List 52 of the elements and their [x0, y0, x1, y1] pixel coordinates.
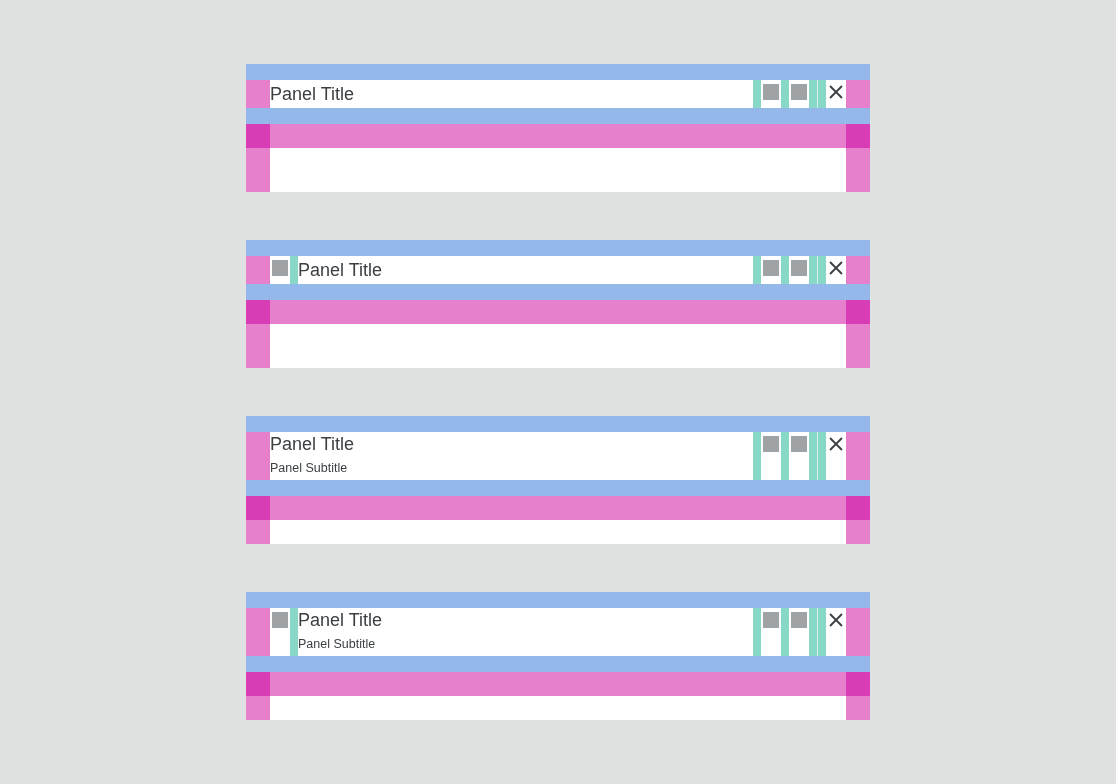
side-margin — [846, 608, 870, 656]
spacing-marker — [781, 432, 789, 480]
panel-title: Panel Title — [270, 83, 355, 106]
panel-subtitle: Panel Subtitle — [298, 636, 376, 653]
side-margin — [846, 256, 870, 284]
placeholder-icon[interactable] — [763, 260, 779, 276]
corner-margin — [846, 300, 870, 324]
spacing-marker — [753, 80, 761, 108]
side-margin — [246, 608, 270, 656]
side-margin — [246, 148, 270, 192]
close-icon[interactable] — [829, 437, 843, 451]
side-margin — [846, 80, 870, 108]
corner-margin — [246, 496, 270, 520]
spacing-marker — [781, 608, 789, 656]
side-margin — [846, 432, 870, 480]
placeholder-icon[interactable] — [791, 436, 807, 452]
placeholder-icon[interactable] — [763, 436, 779, 452]
placeholder-icon[interactable] — [791, 612, 807, 628]
panel-title: Panel Title — [270, 433, 355, 456]
panel-title: Panel Title — [298, 259, 383, 282]
side-margin — [846, 324, 870, 368]
corner-margin — [246, 300, 270, 324]
corner-margin — [846, 124, 870, 148]
spacing-marker — [781, 80, 789, 108]
side-margin — [246, 80, 270, 108]
spacing-marker — [781, 256, 789, 284]
placeholder-icon[interactable] — [763, 84, 779, 100]
spacing-marker — [753, 432, 761, 480]
side-margin — [246, 432, 270, 480]
side-margin — [246, 256, 270, 284]
side-margin — [246, 324, 270, 368]
close-icon[interactable] — [829, 261, 843, 275]
panel-title: Panel Title — [298, 609, 383, 632]
side-margin — [246, 520, 270, 544]
corner-margin — [246, 672, 270, 696]
corner-margin — [246, 124, 270, 148]
side-margin — [846, 520, 870, 544]
close-icon[interactable] — [829, 613, 843, 627]
spacing-marker — [753, 256, 761, 284]
side-margin — [846, 148, 870, 192]
spacing-marker — [753, 608, 761, 656]
spacing-marker — [290, 256, 298, 284]
corner-margin — [846, 496, 870, 520]
corner-margin — [846, 672, 870, 696]
side-margin — [846, 696, 870, 720]
panel-subtitle: Panel Subtitle — [270, 460, 348, 477]
close-icon[interactable] — [829, 85, 843, 99]
placeholder-icon[interactable] — [791, 260, 807, 276]
side-margin — [246, 696, 270, 720]
placeholder-icon[interactable] — [763, 612, 779, 628]
placeholder-icon[interactable] — [791, 84, 807, 100]
spacing-marker — [290, 608, 298, 656]
